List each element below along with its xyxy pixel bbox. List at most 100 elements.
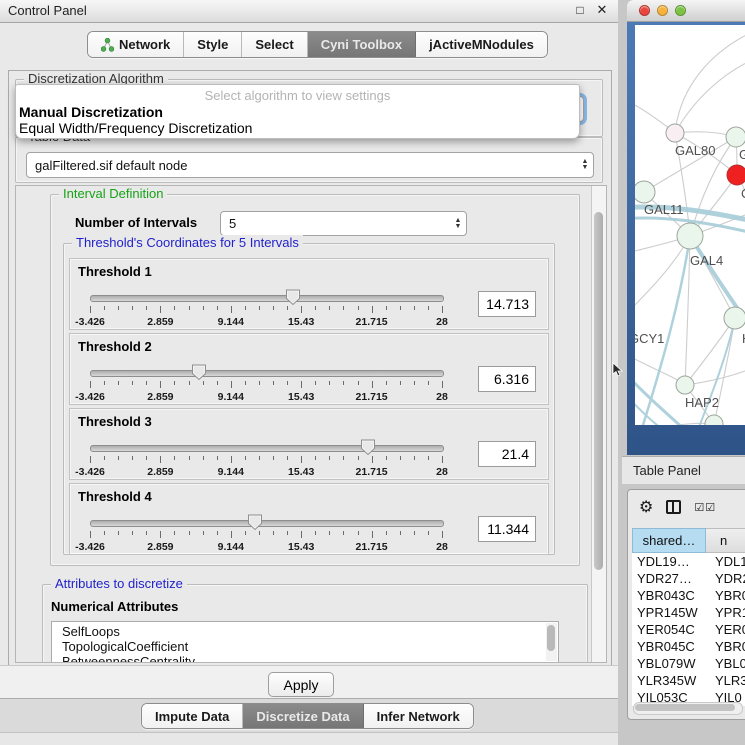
control-panel-title: Control Panel [8,3,87,18]
slider-thumb[interactable] [191,364,207,381]
tab-network[interactable]: Network [88,32,184,57]
table-body: YDL19…YDL1YDR27…YDR2YBR043CYBR0YPR145WYP… [632,553,745,706]
threshold-value-field[interactable]: 6.316 [478,366,536,392]
slider-thumb[interactable] [360,439,376,456]
close-panel-button[interactable]: ✕ [594,2,610,18]
network-node-gal4[interactable] [677,223,703,249]
cell-shared-name[interactable]: YLR345W [632,672,706,689]
slider-track[interactable] [90,370,444,377]
cell-name[interactable]: YPR1 [706,604,745,621]
slider-track[interactable] [90,295,444,302]
cell-shared-name[interactable]: YBR043C [632,587,706,604]
control-panel-window: Control Panel □ ✕ Network Style Select C… [0,0,618,745]
network-node-gal11[interactable] [635,181,655,203]
cell-shared-name[interactable]: YDR27… [632,570,706,587]
cell-name[interactable]: YDR2 [706,570,745,587]
slider-tick-labels: -3.4262.8599.14415.4321.71528 [90,316,442,328]
gear-icon[interactable]: ⚙ [639,497,653,517]
close-window-button[interactable] [639,5,650,16]
split-view-icon[interactable] [666,500,681,514]
table-row[interactable]: YLR345WYLR3 [632,672,745,689]
number-of-intervals-combobox[interactable]: 5 ▲▼ [220,211,467,236]
cell-name[interactable]: YLR3 [706,672,745,689]
slider-thumb[interactable] [285,289,301,306]
table-scrollbar-thumb[interactable] [635,704,735,711]
threshold-panels-container: Threshold 1 -3.4262.8599.14415.4321.7152… [64,258,554,555]
attribute-list-item[interactable]: SelfLoops [52,624,558,639]
apply-button[interactable]: Apply [268,672,334,697]
column-header-shared-name[interactable]: shared… [632,528,706,553]
network-node-h[interactable] [724,307,745,329]
list-scrollbar[interactable] [546,623,557,661]
slider-ticks [90,456,442,464]
cell-name[interactable]: YER0 [706,621,745,638]
threshold-value-field[interactable]: 11.344 [478,516,536,542]
cell-shared-name[interactable]: YDL19… [632,553,706,570]
tab-impute-data[interactable]: Impute Data [142,704,243,728]
column-header-name[interactable]: n [706,528,745,553]
cell-shared-name[interactable]: YBR045C [632,638,706,655]
cell-name[interactable]: YBR0 [706,638,745,655]
table-row[interactable]: YPR145WYPR1 [632,604,745,621]
minimize-window-button[interactable] [657,5,668,16]
tab-style[interactable]: Style [184,32,242,57]
tab-infer-network[interactable]: Infer Network [364,704,473,728]
tab-discretize-data[interactable]: Discretize Data [243,704,363,728]
slider-thumb[interactable] [247,514,263,531]
threshold-value-field[interactable]: 21.4 [478,441,536,467]
tab-cyni-toolbox[interactable]: Cyni Toolbox [308,32,416,57]
cell-name[interactable]: YDL1 [706,553,745,570]
table-row[interactable]: YBR043CYBR0 [632,587,745,604]
cell-name[interactable]: YBR0 [706,587,745,604]
table-row[interactable]: YER054CYER0 [632,621,745,638]
threshold-slider[interactable]: -3.4262.8599.14415.4321.71528 [90,520,442,550]
tab-select[interactable]: Select [242,32,307,57]
table-header-row: shared… n [632,528,745,553]
network-node-gal80[interactable] [666,124,684,142]
slider-track[interactable] [90,445,444,452]
table-data-combobox[interactable]: galFiltered.sif default node ▲▼ [26,152,594,178]
settings-scrollbar[interactable] [591,186,606,662]
table-row[interactable]: YDL19…YDL1 [632,553,745,570]
attribute-list-item[interactable]: TopologicalCoefficient [52,639,558,654]
dropdown-option-manual-discretization[interactable]: Manual Discretization [16,104,579,120]
cell-name[interactable]: YBL0 [706,655,745,672]
float-window-button[interactable]: □ [572,2,588,18]
slider-track[interactable] [90,520,444,527]
settings-scrollbar-thumb[interactable] [594,212,603,570]
tab-jactivemnodules[interactable]: jActiveMNodules [416,32,547,57]
numerical-attributes-list[interactable]: SelfLoopsTopologicalCoefficientBetweenne… [51,621,559,663]
network-node-ga[interactable] [726,127,745,147]
cell-shared-name[interactable]: YBL079W [632,655,706,672]
dropdown-option-equal-width-frequency[interactable]: Equal Width/Frequency Discretization [16,120,579,136]
list-scrollbar-thumb[interactable] [547,625,555,651]
mouse-cursor [612,362,624,378]
threshold-slider[interactable]: -3.4262.8599.14415.4321.71528 [90,295,442,325]
select-columns-icon[interactable]: ☑☑ [694,501,716,514]
control-panel-footer [0,732,618,745]
table-horizontal-scrollbar[interactable] [633,702,743,715]
network-canvas[interactable]: GAL80GACGAL11GAL4GCY1HHAP2 [635,25,745,425]
slider-tick-labels: -3.4262.8599.14415.4321.71528 [90,391,442,403]
network-icon [101,38,114,52]
threshold-slider[interactable]: -3.4262.8599.14415.4321.71528 [90,370,442,400]
slider-ticks [90,531,442,539]
interval-definition-group: Interval Definition Number of Intervals … [50,194,580,566]
threshold-slider[interactable]: -3.4262.8599.14415.4321.71528 [90,445,442,475]
threshold-value-field[interactable]: 14.713 [478,291,536,317]
table-row[interactable]: YDR27…YDR2 [632,570,745,587]
network-node-c[interactable] [727,165,745,185]
attribute-list-item[interactable]: BetweennessCentrality [52,654,558,663]
zoom-window-button[interactable] [675,5,686,16]
node-label: GAL4 [690,253,723,268]
threshold-label: Threshold 1 [78,264,152,279]
table-row[interactable]: YBL079WYBL0 [632,655,745,672]
network-node-hap2[interactable] [676,376,694,394]
slider-ticks [90,306,442,314]
numerical-attributes-label: Numerical Attributes [51,599,178,614]
table-row[interactable]: YBR045CYBR0 [632,638,745,655]
network-node[interactable] [705,415,723,425]
cell-shared-name[interactable]: YPR145W [632,604,706,621]
cell-shared-name[interactable]: YER054C [632,621,706,638]
combobox-stepper-icon: ▲▼ [450,218,466,230]
